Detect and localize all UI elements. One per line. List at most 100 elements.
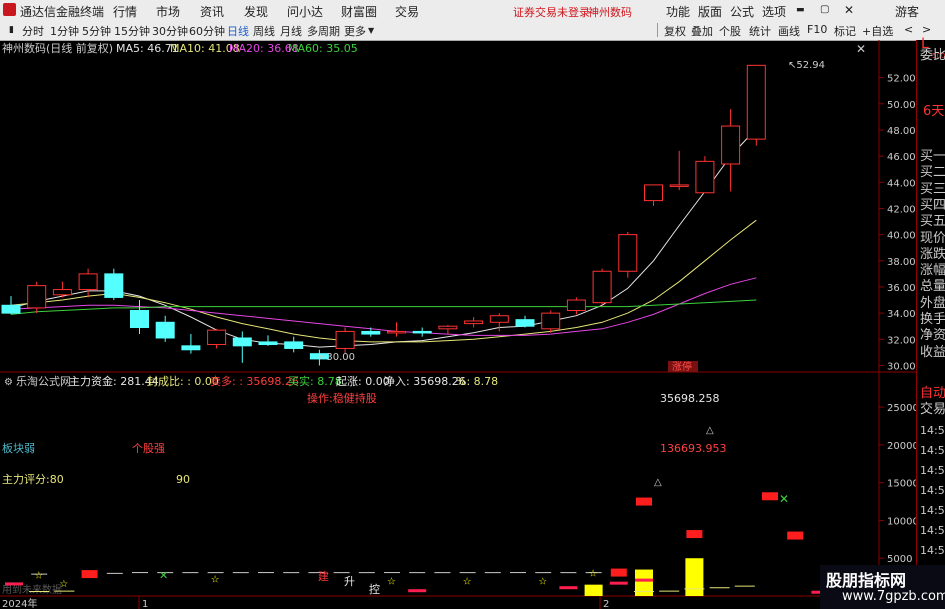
add-watchlist-button[interactable]: +自选 [862,23,893,39]
build-marker: 建 [318,569,329,583]
menu-xuanxiang[interactable]: 选项 [762,3,786,20]
star-marker: ☆ [589,568,598,579]
quote-field-label: 现价 [920,230,945,246]
candle [52,281,72,298]
tab-period-fenshi[interactable]: 分时 [22,23,44,39]
menu-zixun[interactable]: 资讯 [200,3,224,20]
candle-body-up [541,312,561,330]
cross-marker: ✕ [779,492,789,506]
ma5-line [10,128,757,348]
auto-trade-label-2[interactable]: 交易 [920,402,945,418]
tab-period-daily[interactable]: 日线 [227,23,249,39]
pct-readout: %: 8.78 [456,375,498,388]
tab-period-15min[interactable]: 15分钟 [114,23,150,39]
candle [78,268,98,298]
candle [258,335,278,346]
tick-time: 14:56 [920,544,945,557]
candle-body-up [464,320,484,325]
tab-period-monthly[interactable]: 月线 [280,23,302,39]
minimize-icon[interactable]: ▬ [796,5,805,15]
kline-chart-area[interactable]: 神州数码(日线 前复权) MA5: 46.71 MA10: 41.08 MA20… [0,40,916,609]
login-notice[interactable]: 证券交易未登录 [513,4,590,20]
chart-close-icon[interactable]: ✕ [856,42,866,56]
overlay-button[interactable]: 叠加 [691,23,713,39]
tab-period-multi[interactable]: 多周期 [307,23,340,39]
candle-body-up [721,125,741,165]
menu-gongneng[interactable]: 功能 [666,3,690,20]
candle [746,64,766,146]
stats-button[interactable]: 统计 [749,23,771,39]
menu-hangqing[interactable]: 行情 [113,3,137,20]
more-dropdown-icon[interactable]: ▼ [368,26,374,35]
date-year-label: 2024年 [2,597,37,609]
tab-period-1min[interactable]: 1分钟 [50,23,79,39]
candle [464,317,484,328]
menu-caifuquan[interactable]: 财富圈 [341,3,377,20]
tab-period-30min[interactable]: 30分钟 [152,23,188,39]
indicator-tick-label: 5000 [887,554,912,565]
ma60-line [10,299,757,315]
fuquan-button[interactable]: 复权 [664,23,686,39]
menu-wenxiaoda[interactable]: 问小达 [287,3,323,20]
prev-stock-button[interactable]: < [904,23,913,36]
app-name: 通达信金融终端 [20,5,105,19]
ma-lines [10,128,757,348]
signal-block [762,492,778,501]
tab-period-60min[interactable]: 60分钟 [189,23,225,39]
restore-icon[interactable]: ▢ [820,4,829,15]
quote-side-panel: L 500 委比 6天 买一 买二 买三 买四 买五 现价 涨跌 涨幅 总量 外盘 换手 净资 收益 自… [916,36,945,609]
price-tick-label: 46.00 [887,152,916,163]
tab-period-5min[interactable]: 5分钟 [82,23,111,39]
auto-trade-label-1[interactable]: 自动 [920,386,945,402]
star-marker: ☆ [34,571,43,582]
candle-body-down [155,321,175,339]
signal-bar-red [559,586,578,590]
menu-faxian[interactable]: 发现 [244,3,268,20]
candle [130,300,149,335]
candle [361,327,381,337]
next-stock-button[interactable]: > [922,23,931,36]
quote-field-label: 买三 [920,181,945,197]
stock-button[interactable]: 个股 [719,23,741,39]
star-marker: ☆ [59,579,68,590]
draw-line-button[interactable]: 画线 [778,23,800,39]
quote-field-label: 收益 [920,344,945,360]
price-tick-label: 36.00 [887,283,916,294]
tab-period-more[interactable]: 更多 [344,23,366,39]
f10-button[interactable]: F10 [807,23,827,36]
quote-field-label: 涨幅 [920,263,945,279]
candle [284,336,304,353]
expand-icon[interactable]: ▮ [9,25,14,35]
price-tick-label: 38.00 [887,257,916,268]
menu-banmian[interactable]: 版面 [698,3,722,20]
triangle-marker: △ [654,477,662,488]
candle [644,184,663,206]
price-tick-label: 34.00 [887,309,916,320]
candle-body-up [592,270,612,304]
close-icon[interactable]: ✕ [844,3,854,17]
mark-button[interactable]: 标记 [834,23,856,39]
menu-gongshi[interactable]: 公式 [730,3,754,20]
quote-field-label: 净资 [920,328,945,344]
candle-body-down [515,319,535,327]
menu-shichang[interactable]: 市场 [156,3,180,20]
indicator-settings-icon[interactable]: ⚙ [4,377,13,388]
star-marker: ☆ [387,577,396,588]
candle [387,322,406,337]
menu-jiaoyi[interactable]: 交易 [395,3,419,20]
candle [181,334,201,354]
indicator-tick-label: 20000 [887,441,916,452]
star-marker: ☆ [211,574,220,585]
candle-body-up [207,329,227,346]
date-month-1: 1 [142,599,148,609]
candle-body-up [387,330,406,334]
net-in-readout: 净入: 35698.26 [384,374,466,388]
price-tick-label: 32.00 [887,335,916,346]
candle [207,328,227,349]
tab-period-weekly[interactable]: 周线 [253,23,275,39]
volume-bar [584,584,603,596]
indicator-tick-label: 10000 [887,516,916,527]
rise-readout: 起涨: 0.00 [336,375,390,388]
period-toolbar: ▮ 分时 1分钟 5分钟 15分钟 30分钟 60分钟 日线 周线 月线 多周期… [0,20,945,41]
guest-label[interactable]: 游客 [895,3,919,20]
